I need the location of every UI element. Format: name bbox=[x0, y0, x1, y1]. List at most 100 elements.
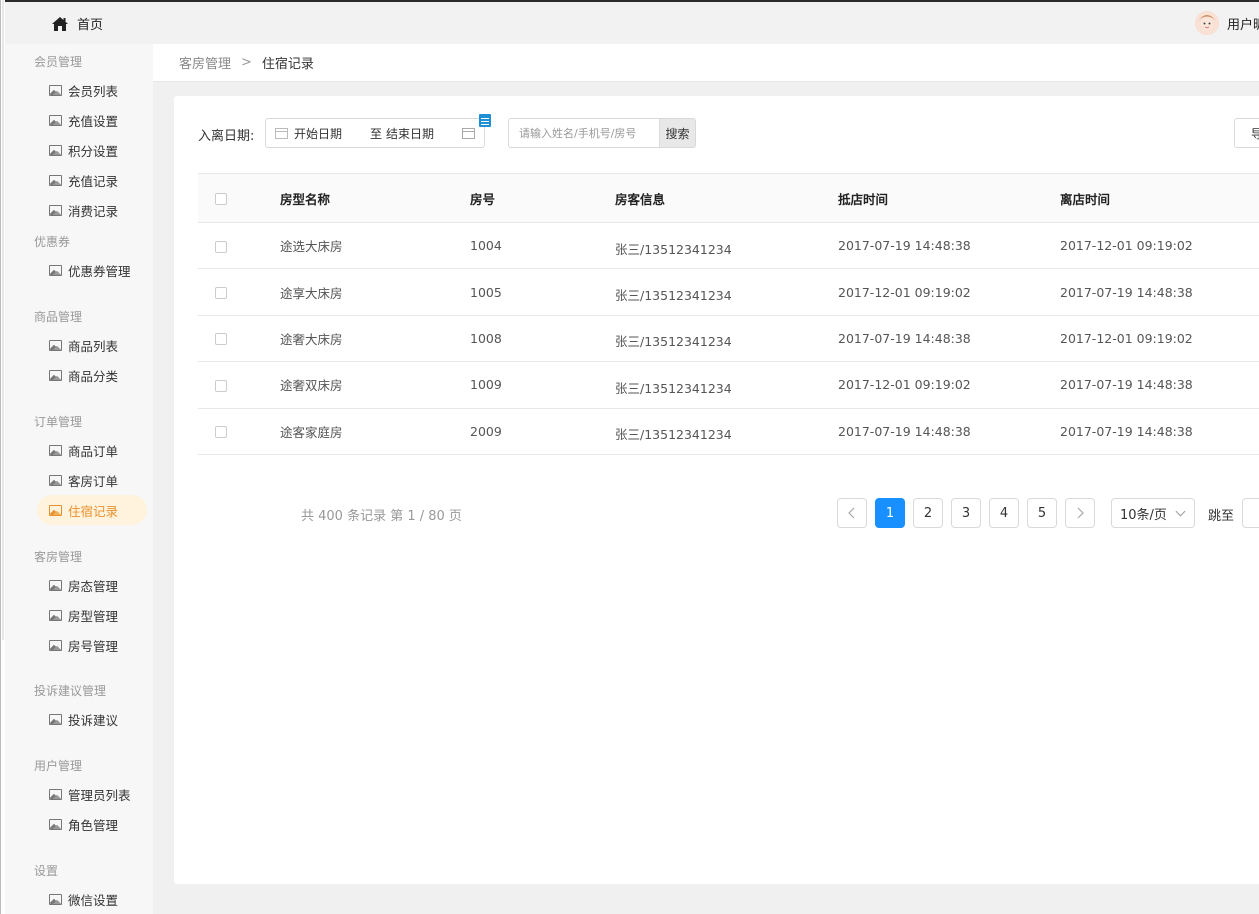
cell-check-in: 2017-12-01 09:19:02 bbox=[838, 361, 1060, 409]
search-box: 搜索 bbox=[508, 118, 696, 148]
cell-check-in: 2017-12-01 09:19:02 bbox=[838, 268, 1060, 316]
sidebar-item-consumption-records[interactable]: 消费记录 bbox=[37, 195, 147, 225]
cell-room-type: 途享大床房 bbox=[280, 268, 470, 316]
chevron-left-icon bbox=[848, 507, 855, 519]
image-icon bbox=[49, 174, 62, 186]
image-icon bbox=[49, 818, 62, 830]
sidebar-item-label: 房态管理 bbox=[68, 578, 119, 594]
jump-page-input[interactable] bbox=[1242, 498, 1259, 528]
sidebar-item-label: 角色管理 bbox=[68, 817, 119, 833]
sidebar-item-recharge-records[interactable]: 充值记录 bbox=[37, 165, 147, 195]
sidebar-item-goods-orders[interactable]: 商品订单 bbox=[37, 435, 147, 465]
list-icon[interactable] bbox=[479, 114, 491, 127]
sidebar-item-wechat-settings[interactable]: 微信设置 bbox=[37, 884, 147, 914]
sidebar-item-label: 商品订单 bbox=[68, 443, 119, 459]
sidebar-item-room-types[interactable]: 房型管理 bbox=[37, 600, 147, 630]
page-button-4[interactable]: 4 bbox=[989, 498, 1019, 528]
row-checkbox[interactable] bbox=[215, 426, 227, 439]
sidebar-item-stay-records[interactable]: 住宿记录 bbox=[37, 495, 147, 525]
sidebar-item-room-numbers[interactable]: 房号管理 bbox=[37, 630, 147, 660]
image-icon bbox=[49, 893, 62, 905]
cell-guest: 张三/13512341234 bbox=[615, 222, 838, 270]
image-icon bbox=[49, 474, 62, 486]
row-checkbox[interactable] bbox=[215, 287, 227, 300]
group-title-goods: 商品管理 bbox=[34, 310, 83, 324]
row-checkbox[interactable] bbox=[215, 379, 227, 392]
page-button-2[interactable]: 2 bbox=[913, 498, 943, 528]
group-title-settings: 设置 bbox=[34, 864, 59, 878]
content-card: 入离日期: 开始日期 至 结束日期 搜索 导出 房型名称 房号 房客信息 抵店时… bbox=[174, 96, 1259, 884]
calendar-icon[interactable] bbox=[462, 127, 475, 139]
cell-room-type: 途奢大床房 bbox=[280, 315, 470, 363]
sidebar-item-label: 消费记录 bbox=[68, 203, 119, 219]
cell-room-no: 1005 bbox=[470, 268, 615, 316]
row-checkbox[interactable] bbox=[215, 333, 227, 346]
search-input[interactable] bbox=[509, 119, 659, 147]
start-date-field[interactable]: 开始日期 bbox=[294, 125, 360, 142]
image-icon bbox=[49, 609, 62, 621]
image-icon bbox=[49, 339, 62, 351]
user-menu[interactable]: 用户昵称 bbox=[1195, 11, 1259, 35]
select-all-checkbox[interactable] bbox=[215, 193, 227, 205]
sidebar-item-member-list[interactable]: 会员列表 bbox=[37, 75, 147, 105]
cell-check-out: 2017-12-01 09:19:02 bbox=[1060, 222, 1259, 270]
sidebar-item-label: 积分设置 bbox=[68, 143, 119, 159]
sidebar-item-label: 会员列表 bbox=[68, 83, 119, 99]
sidebar-item-room-orders[interactable]: 客房订单 bbox=[37, 465, 147, 495]
sidebar-item-points-settings[interactable]: 积分设置 bbox=[37, 135, 147, 165]
page-button-5[interactable]: 5 bbox=[1027, 498, 1057, 528]
date-range-picker[interactable]: 开始日期 至 结束日期 bbox=[265, 118, 485, 148]
group-title-complaints: 投诉建议管理 bbox=[34, 684, 107, 698]
sidebar-item-label: 管理员列表 bbox=[68, 787, 131, 803]
image-icon bbox=[49, 264, 62, 276]
row-checkbox[interactable] bbox=[215, 240, 227, 253]
sidebar-item-label: 商品列表 bbox=[68, 338, 119, 354]
sidebar-item-coupon-management[interactable]: 优惠券管理 bbox=[37, 255, 147, 285]
sidebar-item-complaints[interactable]: 投诉建议 bbox=[37, 704, 147, 734]
date-filter-label: 入离日期: bbox=[198, 129, 255, 144]
cell-check-out: 2017-12-01 09:19:02 bbox=[1060, 315, 1259, 363]
breadcrumb-parent[interactable]: 客房管理 bbox=[179, 53, 231, 72]
sidebar-item-label: 客房订单 bbox=[68, 473, 119, 489]
range-separator: 至 bbox=[369, 126, 382, 141]
search-button[interactable]: 搜索 bbox=[659, 119, 695, 147]
sidebar-item-recharge-settings[interactable]: 充值设置 bbox=[37, 105, 147, 135]
cell-room-type: 途客家庭房 bbox=[280, 408, 470, 455]
table-row: 途奢大床房 1008 张三/13512341234 2017-07-19 14:… bbox=[198, 315, 1259, 363]
sidebar-item-label: 投诉建议 bbox=[68, 712, 119, 728]
sidebar-item-role-management[interactable]: 角色管理 bbox=[37, 809, 147, 839]
page-button-3[interactable]: 3 bbox=[951, 498, 981, 528]
sidebar-item-label: 商品分类 bbox=[68, 368, 119, 384]
column-header-check-out: 离店时间 bbox=[1060, 173, 1259, 223]
image-icon bbox=[49, 369, 62, 381]
cell-room-no: 1009 bbox=[470, 361, 615, 409]
cell-guest: 张三/13512341234 bbox=[615, 361, 838, 409]
end-date-field[interactable]: 结束日期 bbox=[386, 125, 456, 142]
page-size-value: 10条/页 bbox=[1120, 507, 1167, 523]
cell-room-type: 途奢双床房 bbox=[280, 361, 470, 409]
sidebar-item-goods-category[interactable]: 商品分类 bbox=[37, 360, 147, 390]
sidebar-item-goods-list[interactable]: 商品列表 bbox=[37, 330, 147, 360]
cell-check-in: 2017-07-19 14:48:38 bbox=[838, 408, 1060, 455]
breadcrumb-separator: > bbox=[241, 55, 252, 70]
sidebar-item-admin-list[interactable]: 管理员列表 bbox=[37, 779, 147, 809]
page-button-1[interactable]: 1 bbox=[875, 498, 905, 528]
image-icon bbox=[49, 639, 62, 651]
image-icon bbox=[49, 84, 62, 96]
page-size-select[interactable]: 10条/页 bbox=[1111, 498, 1195, 528]
export-button[interactable]: 导出 bbox=[1234, 118, 1259, 148]
sidebar: 会员管理 会员列表 充值设置 积分设置 充值记录 消费记录 优惠券 优惠券管理 … bbox=[5, 44, 153, 914]
pagination: 1 2 3 4 5 bbox=[837, 498, 1095, 528]
home-link[interactable]: 首页 bbox=[51, 14, 103, 33]
image-icon bbox=[49, 579, 62, 591]
chevron-down-icon bbox=[1175, 506, 1186, 516]
group-title-member: 会员管理 bbox=[34, 55, 83, 69]
cell-check-in: 2017-07-19 14:48:38 bbox=[838, 315, 1060, 363]
image-icon bbox=[49, 444, 62, 456]
calendar-icon bbox=[275, 127, 288, 139]
next-page-button[interactable] bbox=[1065, 498, 1095, 528]
sidebar-item-room-status[interactable]: 房态管理 bbox=[37, 570, 147, 600]
top-header: 首页 用户昵称 bbox=[5, 2, 1259, 44]
cell-room-no: 1004 bbox=[470, 222, 615, 270]
prev-page-button[interactable] bbox=[837, 498, 867, 528]
